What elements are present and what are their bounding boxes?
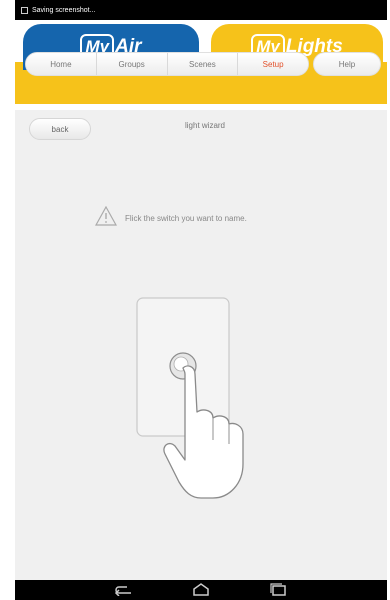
page-title: light wizard xyxy=(184,121,225,130)
back-nav-icon[interactable] xyxy=(113,583,135,597)
section-tabs: Home Groups Scenes Setup xyxy=(25,52,309,76)
warning-icon xyxy=(94,205,118,231)
recent-apps-icon[interactable] xyxy=(267,583,289,597)
home-nav-icon[interactable] xyxy=(190,583,212,597)
help-button[interactable]: Help xyxy=(313,52,381,76)
back-button[interactable]: back xyxy=(29,118,91,140)
switch-illustration xyxy=(125,294,275,504)
status-notification: Saving screenshot... xyxy=(32,6,96,14)
app-frame: Saving screenshot... My Air My Lights Ho… xyxy=(15,0,387,600)
tab-home[interactable]: Home xyxy=(26,53,97,75)
tab-setup[interactable]: Setup xyxy=(238,53,308,75)
status-bar: Saving screenshot... xyxy=(15,0,387,20)
instruction-text: Flick the switch you want to name. xyxy=(125,214,247,223)
tab-groups[interactable]: Groups xyxy=(96,53,168,75)
system-nav-bar xyxy=(15,580,387,600)
instruction-row: Flick the switch you want to name. xyxy=(94,205,247,231)
tab-scenes[interactable]: Scenes xyxy=(167,53,239,75)
screenshot-icon xyxy=(21,6,28,14)
